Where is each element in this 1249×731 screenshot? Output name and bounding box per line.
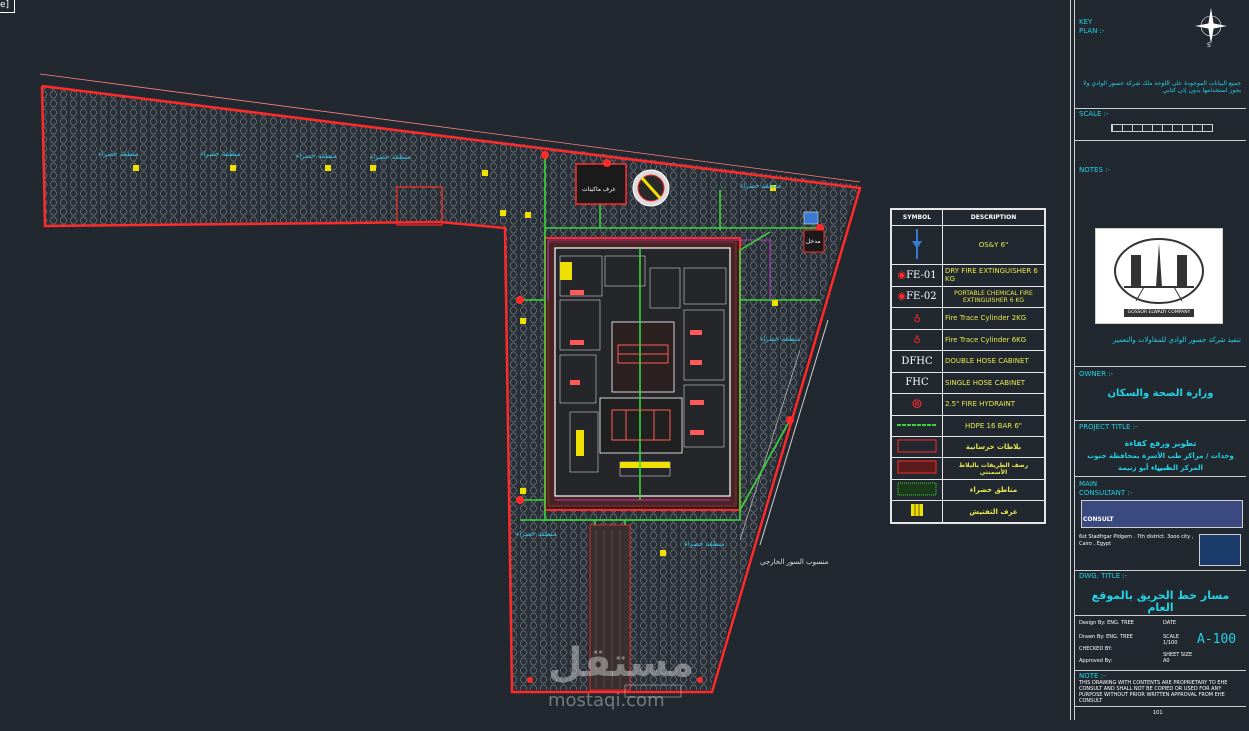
watermark-ar: مستقل xyxy=(548,640,695,686)
legend-desc-8: HDPE 16 BAR 6" xyxy=(942,414,1045,437)
red-box-icon xyxy=(891,457,943,480)
key-plan-label: KEY PLAN :- xyxy=(1079,18,1105,35)
legend-desc-10: رصف الطريقات بالبلاط الأسمنتي xyxy=(942,457,1045,480)
legend-symbol-2: ◉FE-02 xyxy=(891,285,943,309)
legend-desc-4: Fire Trace Cylinder 6KG xyxy=(942,328,1045,352)
site-label-green-3: منطقة خضراء xyxy=(296,152,337,160)
scale-bar xyxy=(1111,124,1213,132)
legend-symbol-5: DFHC xyxy=(891,350,943,373)
extinguisher-icon: ◉ xyxy=(897,291,907,303)
cylinder-icon: ♁ xyxy=(891,328,943,352)
date-label: DATE xyxy=(1163,620,1177,626)
site-label-green-4: منطقة خضراء xyxy=(370,153,411,161)
consultant-badge-icon xyxy=(1199,534,1241,566)
legend-desc-5: DOUBLE HOSE CABINET xyxy=(942,350,1045,373)
consultant-logo xyxy=(1081,500,1243,528)
site-label-green-6: منطقة خضراء xyxy=(760,335,801,343)
legend-symbol-6: FHC xyxy=(891,371,943,395)
site-label-boundary: منسوب السور الخارجي xyxy=(760,558,829,566)
scale-value: SCALE 1/100 xyxy=(1163,634,1180,646)
design-by: Design By: ENG. TREE xyxy=(1079,620,1134,626)
legend-desc-2: PORTABLE CHEMICAL FIRE EXTINGUISHER 6 KG xyxy=(942,285,1045,309)
watermark-en: mostaqi.com xyxy=(548,690,665,711)
extinguisher-icon: ◉ xyxy=(897,269,907,281)
page-number: 101 xyxy=(1153,710,1163,716)
legend-desc-9: بلاطات خرسانية xyxy=(942,435,1045,459)
dwg-title: مسار خط الحريق بالموقع العام xyxy=(1091,589,1230,614)
consultant-name: CONSULT xyxy=(1083,516,1114,523)
checked-by: CHECKED BY: xyxy=(1079,646,1113,652)
yellow-block-icon xyxy=(891,500,943,523)
project-title-label: PROJECT TITLE :- xyxy=(1079,423,1138,431)
legend-header-description: DESCRIPTION xyxy=(942,208,1045,227)
project-title-3: المركز الطبي - أبو زنيمة xyxy=(1118,464,1203,472)
legend-header-symbol: SYMBOL xyxy=(891,208,943,227)
consultant-label: MAIN CONSULTANT :- xyxy=(1079,480,1133,497)
owner-name: وزارة الصحة والسكان xyxy=(1107,388,1214,399)
legend-desc-12: غرف التفتيش xyxy=(942,500,1045,523)
site-label-green-5: منطقة خضراء xyxy=(740,182,781,190)
symbol-legend: SYMBOL DESCRIPTION OS&Y 6" ◉FE-01 DRY FI… xyxy=(890,208,1046,524)
osy-valve-icon xyxy=(891,225,943,266)
green-hatch-icon xyxy=(891,478,943,502)
scale-label: SCALE :- xyxy=(1079,110,1109,118)
company-name-ar: تنفيذ شركة جسور الوادي للمقاولات والتعمي… xyxy=(1112,336,1241,344)
south-label: S xyxy=(1207,42,1211,49)
owner-label: OWNER :- xyxy=(1079,370,1114,378)
site-label-green-7: منطقة خضراء xyxy=(516,530,557,538)
legend-desc-3: Fire Trace Cylinder 2KG xyxy=(942,307,1045,330)
approved-by: Approved By: xyxy=(1079,658,1113,664)
dwg-title-label: DWG. TITLE :- xyxy=(1079,572,1128,580)
site-label-machines: غرف ماكينات xyxy=(582,186,616,193)
site-label-green-8: منطقة خضراء xyxy=(684,540,725,548)
notes-label: NOTES :- xyxy=(1079,166,1110,174)
legend-desc-6: SINGLE HOSE CABINET xyxy=(942,371,1045,395)
note-label: NOTE :- xyxy=(1079,672,1106,680)
key-plan-note: جميع البيانات الموجودة على اللوحة ملك شر… xyxy=(1083,80,1241,94)
legend-desc-1: DRY FIRE EXTINGUISHER 6 KG xyxy=(942,264,1045,287)
project-title-1: تطوير ورفع كفاءة xyxy=(1124,439,1197,448)
cad-viewport[interactable]: e] غرف ماكينات منسوب السور الخارجي منطقة… xyxy=(0,0,1249,731)
sheet-size: SHEET SIZE A0 xyxy=(1163,652,1193,664)
dwg-number: A-100 xyxy=(1197,632,1237,647)
pipe-icon xyxy=(891,414,943,437)
paving-icon xyxy=(891,435,943,459)
north-arrow-icon xyxy=(1191,4,1231,48)
site-label-green-2: منطقة خضراء xyxy=(200,150,241,158)
company-logo-text: GOSSOR ELWADY COMPANY xyxy=(1127,310,1191,315)
company-logo: GOSSOR ELWADY COMPANY xyxy=(1095,228,1223,324)
title-block: KEY PLAN :- S جميع البيانات الموجودة على… xyxy=(1070,0,1246,720)
copyright-note: THIS DRAWING WITH CONTENTS ARE PROPRIETA… xyxy=(1079,680,1228,704)
cylinder-icon: ♁ xyxy=(891,307,943,330)
hydrant-icon: ⊚ xyxy=(891,393,943,416)
legend-desc-11: مناطق خضراء xyxy=(942,478,1045,502)
site-label-green-1: منطقة خضراء xyxy=(98,150,139,158)
drawn-by: Drawn By: ENG. TREE xyxy=(1079,634,1133,640)
legend-desc-7: 2.5" FIRE HYDRAINT xyxy=(942,393,1045,416)
legend-symbol-1: ◉FE-01 xyxy=(891,264,943,287)
site-label-entry: مدخل xyxy=(806,238,821,245)
consultant-address: 6st Stadfrgar Pldgem . 7th district. 3oo… xyxy=(1079,534,1194,547)
legend-desc-0: OS&Y 6" xyxy=(942,225,1045,266)
